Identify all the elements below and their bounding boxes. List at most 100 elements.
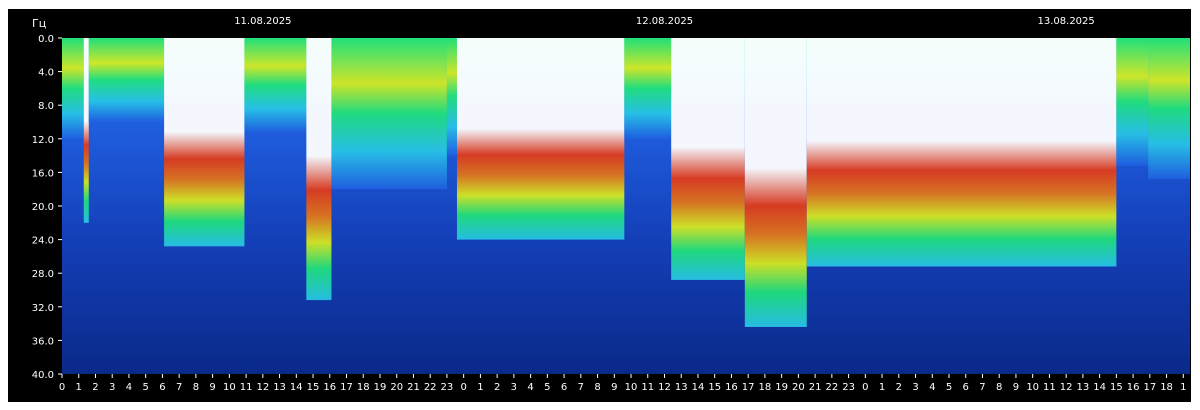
x-axis: 0 1 2 3 4 5 6 7 8 9 10 11 12 13 14 15 16 17 18 19 20 21 22 23 0 1… [59, 374, 1186, 393]
x-tick-label: 21 [809, 382, 822, 393]
x-tick-label: 1 [1180, 382, 1186, 393]
x-tick-label: 8 [193, 382, 199, 393]
y-tick-label: 40.0 [32, 370, 54, 381]
date-label: 13.08.2025 [1038, 16, 1095, 27]
activity-band [331, 38, 447, 190]
y-tick-label: 32.0 [32, 303, 54, 314]
date-label: 12.08.2025 [636, 16, 693, 27]
date-label: 11.08.2025 [234, 16, 291, 27]
activity-band [164, 38, 245, 247]
activity-band [62, 38, 84, 139]
x-tick-label: 6 [159, 382, 165, 393]
x-tick-label: 0 [862, 382, 868, 393]
x-tick-label: 2 [494, 382, 500, 393]
x-tick-label: 3 [109, 382, 115, 393]
y-tick-label: 36.0 [32, 336, 54, 347]
spectrogram-chart: 0.0 4.0 8.0 12.0 16.0 20.0 24.0 28.0 32.0 36.0 40.… [32, 16, 1190, 393]
x-tick-label: 4 [126, 382, 132, 393]
x-tick-label: 10 [223, 382, 236, 393]
activity-band [744, 38, 807, 327]
x-tick-label: 10 [625, 382, 638, 393]
x-tick-label: 20 [390, 382, 403, 393]
activity-band [83, 38, 89, 223]
x-tick-label: 9 [611, 382, 617, 393]
x-tick-label: 14 [290, 382, 303, 393]
plot-area [62, 38, 1190, 374]
x-tick-label: 19 [775, 382, 788, 393]
x-tick-label: 4 [929, 382, 935, 393]
x-tick-label: 0 [460, 382, 466, 393]
activity-band [446, 38, 457, 156]
x-tick-label: 17 [1143, 382, 1156, 393]
activity-band [456, 38, 625, 240]
activity-band [671, 38, 745, 280]
activity-band [1116, 38, 1149, 166]
x-tick-label: 18 [357, 382, 370, 393]
y-unit-label: Гц [32, 17, 46, 30]
x-tick-label: 12 [658, 382, 671, 393]
activity-band [1148, 38, 1190, 180]
x-tick-label: 18 [759, 382, 772, 393]
x-tick-label: 22 [424, 382, 437, 393]
x-tick-label: 2 [896, 382, 902, 393]
x-tick-label: 12 [256, 382, 269, 393]
x-tick-label: 22 [825, 382, 838, 393]
y-tick-label: 24.0 [32, 236, 54, 247]
x-tick-label: 5 [142, 382, 148, 393]
x-tick-label: 5 [946, 382, 952, 393]
x-tick-label: 11 [641, 382, 654, 393]
x-tick-label: 8 [594, 382, 600, 393]
x-tick-label: 8 [996, 382, 1002, 393]
x-tick-label: 3 [912, 382, 918, 393]
x-tick-label: 21 [407, 382, 420, 393]
x-tick-label: 18 [1160, 382, 1173, 393]
x-tick-label: 23 [441, 382, 454, 393]
x-tick-label: 17 [340, 382, 353, 393]
x-tick-label: 5 [544, 382, 550, 393]
x-tick-label: 7 [176, 382, 182, 393]
activity-band [806, 38, 1117, 267]
x-tick-label: 23 [842, 382, 855, 393]
x-tick-label: 13 [675, 382, 688, 393]
x-tick-label: 16 [323, 382, 336, 393]
x-tick-label: 11 [240, 382, 253, 393]
x-tick-label: 15 [307, 382, 320, 393]
x-tick-label: 16 [1127, 382, 1140, 393]
x-tick-label: 6 [963, 382, 969, 393]
x-tick-label: 6 [561, 382, 567, 393]
x-tick-label: 1 [477, 382, 483, 393]
x-tick-label: 11 [1043, 382, 1056, 393]
y-tick-label: 12.0 [32, 135, 54, 146]
x-tick-label: 3 [511, 382, 517, 393]
x-tick-label: 9 [1013, 382, 1019, 393]
x-tick-label: 1 [76, 382, 82, 393]
x-tick-label: 13 [273, 382, 286, 393]
x-tick-label: 1 [879, 382, 885, 393]
x-tick-label: 7 [578, 382, 584, 393]
x-tick-label: 12 [1060, 382, 1073, 393]
x-tick-label: 10 [1026, 382, 1039, 393]
x-tick-label: 14 [692, 382, 705, 393]
activity-band [306, 38, 332, 301]
x-tick-label: 14 [1093, 382, 1106, 393]
y-tick-label: 8.0 [38, 101, 54, 112]
x-tick-label: 0 [59, 382, 65, 393]
x-tick-label: 15 [1110, 382, 1123, 393]
x-tick-label: 15 [708, 382, 721, 393]
x-tick-label: 7 [979, 382, 985, 393]
y-tick-label: 20.0 [32, 202, 54, 213]
x-tick-label: 2 [92, 382, 98, 393]
y-tick-label: 28.0 [32, 269, 54, 280]
y-tick-label: 16.0 [32, 168, 54, 179]
x-tick-label: 20 [792, 382, 805, 393]
x-tick-label: 9 [209, 382, 215, 393]
y-tick-label: 0.0 [38, 34, 54, 45]
date-labels: 11.08.2025 12.08.2025 13.08.2025 [234, 16, 1095, 27]
y-axis: 0.0 4.0 8.0 12.0 16.0 20.0 24.0 28.0 32.0 36.0 40.… [32, 34, 62, 381]
x-tick-label: 17 [742, 382, 755, 393]
x-tick-label: 4 [527, 382, 533, 393]
activity-band [88, 38, 165, 122]
x-tick-label: 13 [1077, 382, 1090, 393]
spectrogram-frame: 0.0 4.0 8.0 12.0 16.0 20.0 24.0 28.0 32.0 36.0 40.… [8, 9, 1191, 402]
x-tick-label: 19 [374, 382, 387, 393]
